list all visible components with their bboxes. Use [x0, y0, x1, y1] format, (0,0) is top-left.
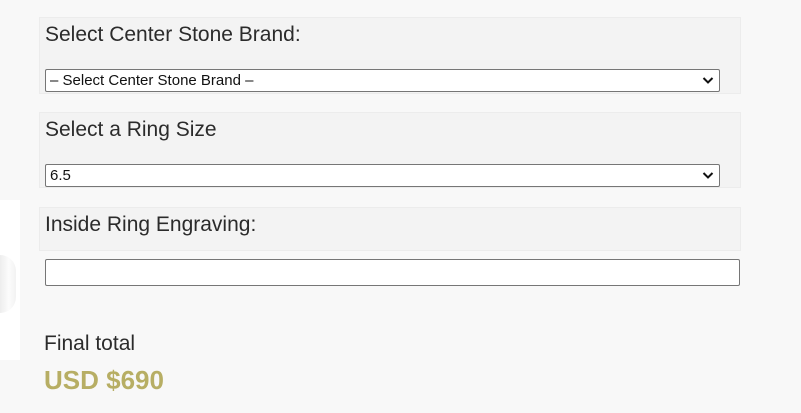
chevron-down-icon [702, 172, 714, 179]
final-total-label: Final total [44, 332, 136, 355]
ring-size-section: Select a Ring Size 6.5 [39, 112, 741, 188]
engraving-section: Inside Ring Engraving: [39, 207, 741, 251]
engraving-input[interactable] [45, 259, 740, 286]
chevron-down-icon [702, 77, 714, 84]
engraving-label: Inside Ring Engraving: [45, 213, 257, 236]
ring-size-label: Select a Ring Size [45, 118, 217, 141]
ring-size-selected-value: 6.5 [50, 167, 71, 184]
ring-image-fragment [0, 255, 16, 313]
final-total-price: USD $690 [44, 365, 164, 395]
ring-size-select[interactable]: 6.5 [45, 164, 720, 187]
product-image-edge [0, 200, 20, 360]
center-stone-brand-section: Select Center Stone Brand: – Select Cent… [39, 17, 741, 94]
center-stone-brand-label: Select Center Stone Brand: [45, 23, 301, 46]
center-stone-brand-select[interactable]: – Select Center Stone Brand – [45, 69, 720, 92]
center-stone-brand-selected-value: – Select Center Stone Brand – [50, 72, 254, 89]
